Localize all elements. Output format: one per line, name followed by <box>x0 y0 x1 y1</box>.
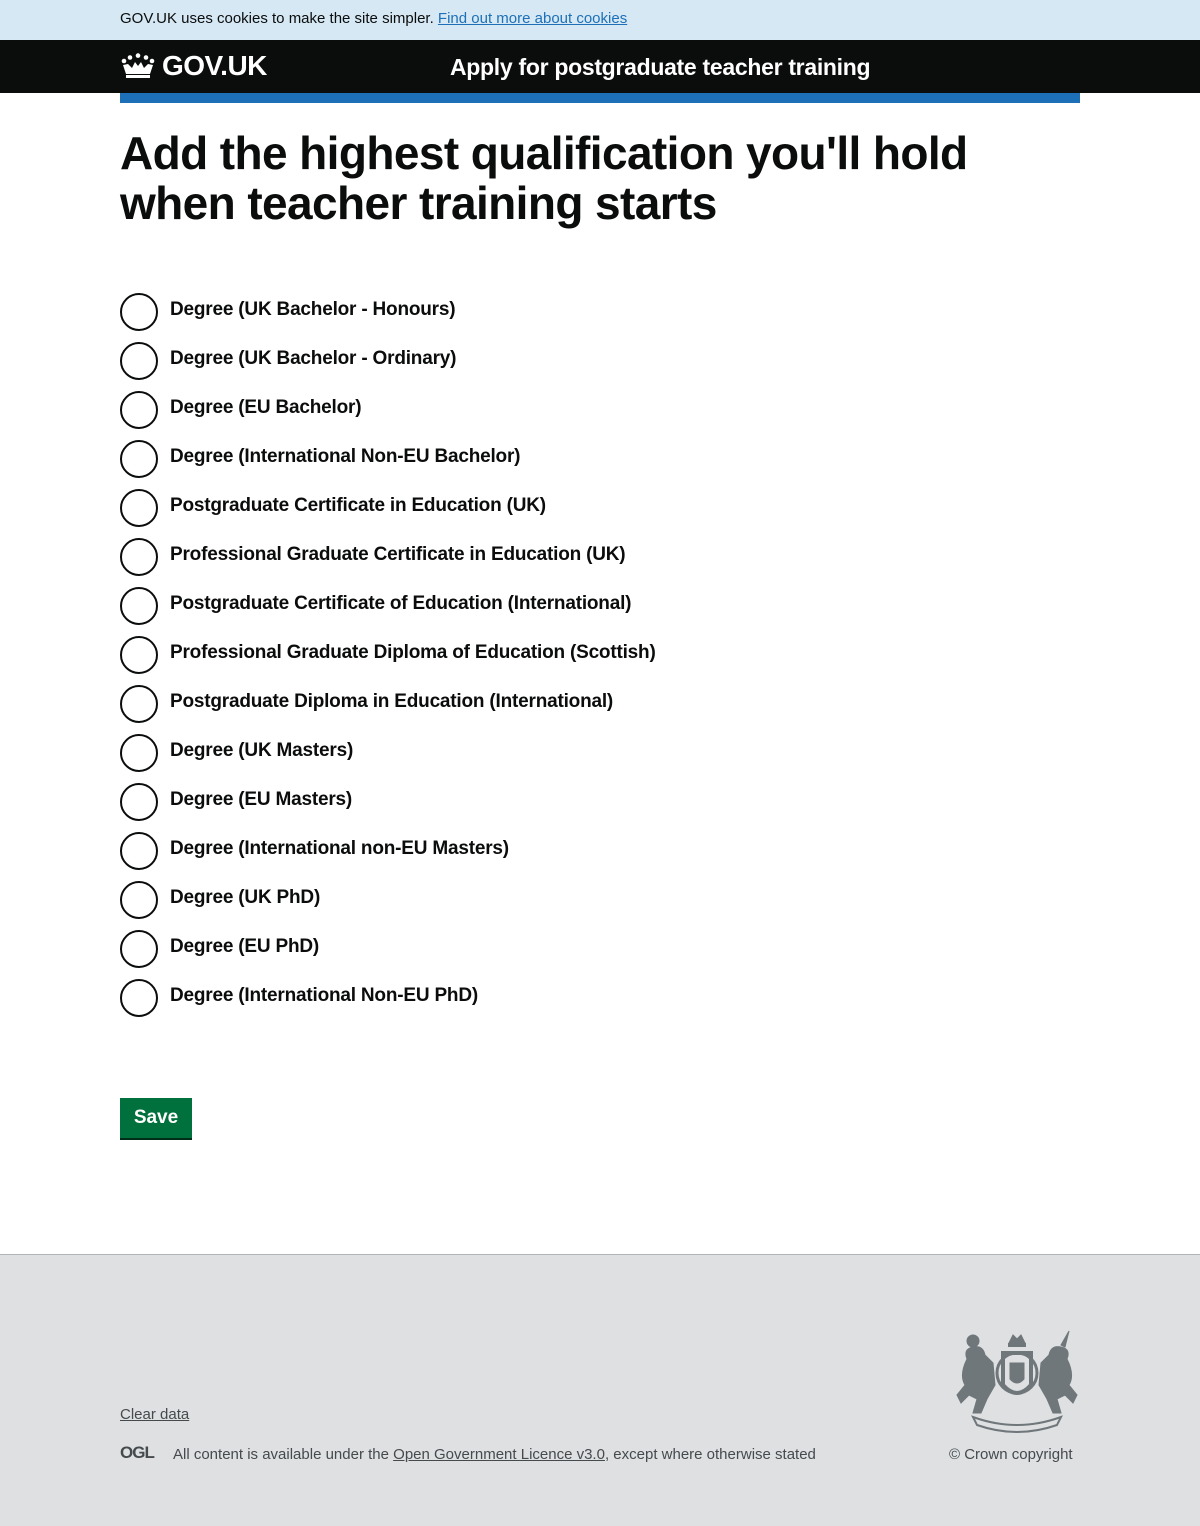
licence-prefix: All content is available under the <box>173 1446 389 1463</box>
radio-button[interactable] <box>120 930 158 968</box>
qualification-radio-group: Degree (UK Bachelor - Honours) Degree (UK… <box>120 292 820 1027</box>
main-content: Add the highest qualification you'll hol… <box>120 128 1080 228</box>
radio-button[interactable] <box>120 538 158 576</box>
qualification-option[interactable]: Degree (UK PhD) <box>120 880 820 929</box>
radio-button[interactable] <box>120 734 158 772</box>
radio-button[interactable] <box>120 636 158 674</box>
qualification-option[interactable]: Degree (UK Bachelor - Honours) <box>120 292 820 341</box>
radio-button[interactable] <box>120 391 158 429</box>
qualification-option-label: Degree (International Non-EU PhD) <box>170 985 478 1006</box>
radio-button[interactable] <box>120 587 158 625</box>
cookie-info-link[interactable]: Find out more about cookies <box>438 10 627 27</box>
radio-button[interactable] <box>120 979 158 1017</box>
qualification-option-label: Degree (UK PhD) <box>170 887 321 908</box>
qualification-option[interactable]: Degree (International Non-EU PhD) <box>120 978 820 1027</box>
qualification-option-label: Postgraduate Certificate of Education (I… <box>170 593 632 614</box>
qualification-option-label: Professional Graduate Diploma of Educati… <box>170 642 656 663</box>
radio-button[interactable] <box>120 440 158 478</box>
crown-icon <box>121 53 155 78</box>
royal-coat-of-arms-icon <box>956 1330 1078 1433</box>
qualification-option-label: Postgraduate Diploma in Education (Inter… <box>170 691 614 712</box>
govuk-logo-text: GOV.UK <box>162 50 267 81</box>
radio-button[interactable] <box>120 783 158 821</box>
qualification-option[interactable]: Degree (International Non-EU Bachelor) <box>120 439 820 488</box>
site-header: GOV.UK Apply for postgraduate teacher tr… <box>0 40 1200 93</box>
site-footer: Clear data OGL All content is available … <box>0 1254 1200 1526</box>
qualification-option-label: Postgraduate Certificate in Education (U… <box>170 495 546 516</box>
save-button[interactable]: Save <box>120 1098 192 1138</box>
qualification-option-label: Degree (International non-EU Masters) <box>170 838 509 859</box>
ogl-logo-icon: OGL <box>120 1443 155 1461</box>
qualification-option-label: Degree (EU Bachelor) <box>170 397 362 418</box>
cookie-banner: GOV.UK uses cookies to make the site sim… <box>0 0 1200 40</box>
cookie-text: GOV.UK uses cookies to make the site sim… <box>120 10 434 27</box>
radio-button[interactable] <box>120 685 158 723</box>
ogl-logo-text: OGL <box>120 1443 154 1461</box>
radio-button[interactable] <box>120 832 158 870</box>
qualification-option[interactable]: Degree (EU Bachelor) <box>120 390 820 439</box>
qualification-option-label: Degree (UK Masters) <box>170 740 354 761</box>
clear-data-link[interactable]: Clear data <box>120 1406 189 1423</box>
page-title: Add the highest qualification you'll hol… <box>120 127 968 229</box>
qualification-option-label: Degree (EU Masters) <box>170 789 353 810</box>
qualification-option-label: Degree (EU PhD) <box>170 936 320 957</box>
qualification-option[interactable]: Degree (EU PhD) <box>120 929 820 978</box>
qualification-option[interactable]: Postgraduate Certificate of Education (I… <box>120 586 820 635</box>
qualification-option[interactable]: Professional Graduate Diploma of Educati… <box>120 635 820 684</box>
radio-button[interactable] <box>120 342 158 380</box>
qualification-option[interactable]: Postgraduate Diploma in Education (Inter… <box>120 684 820 733</box>
licence-suffix: , except where otherwise stated <box>604 1446 816 1463</box>
crown-copyright-link[interactable]: © Crown copyright <box>949 1446 1073 1464</box>
qualification-option[interactable]: Degree (UK Masters) <box>120 733 820 782</box>
qualification-option-label: Degree (UK Bachelor - Ordinary) <box>170 348 457 369</box>
licence-text: All content is available under the Open … <box>173 1446 816 1464</box>
govuk-logo-link[interactable]: GOV.UK <box>120 51 267 81</box>
qualification-option[interactable]: Degree (EU Masters) <box>120 782 820 831</box>
qualification-option[interactable]: Professional Graduate Certificate in Edu… <box>120 537 820 586</box>
qualification-option[interactable]: Degree (International non-EU Masters) <box>120 831 820 880</box>
radio-button[interactable] <box>120 293 158 331</box>
cookie-message: GOV.UK uses cookies to make the site sim… <box>0 0 1200 28</box>
header-blue-bar <box>120 93 1080 103</box>
qualification-option-label: Professional Graduate Certificate in Edu… <box>170 544 626 565</box>
licence-link[interactable]: Open Government Licence v3.0 <box>393 1446 605 1463</box>
qualification-option[interactable]: Postgraduate Certificate in Education (U… <box>120 488 820 537</box>
qualification-option-label: Degree (International Non-EU Bachelor) <box>170 446 521 467</box>
qualification-option-label: Degree (UK Bachelor - Honours) <box>170 299 456 320</box>
service-name-link[interactable]: Apply for postgraduate teacher training <box>450 53 871 81</box>
radio-button[interactable] <box>120 489 158 527</box>
qualification-option[interactable]: Degree (UK Bachelor - Ordinary) <box>120 341 820 390</box>
radio-button[interactable] <box>120 881 158 919</box>
